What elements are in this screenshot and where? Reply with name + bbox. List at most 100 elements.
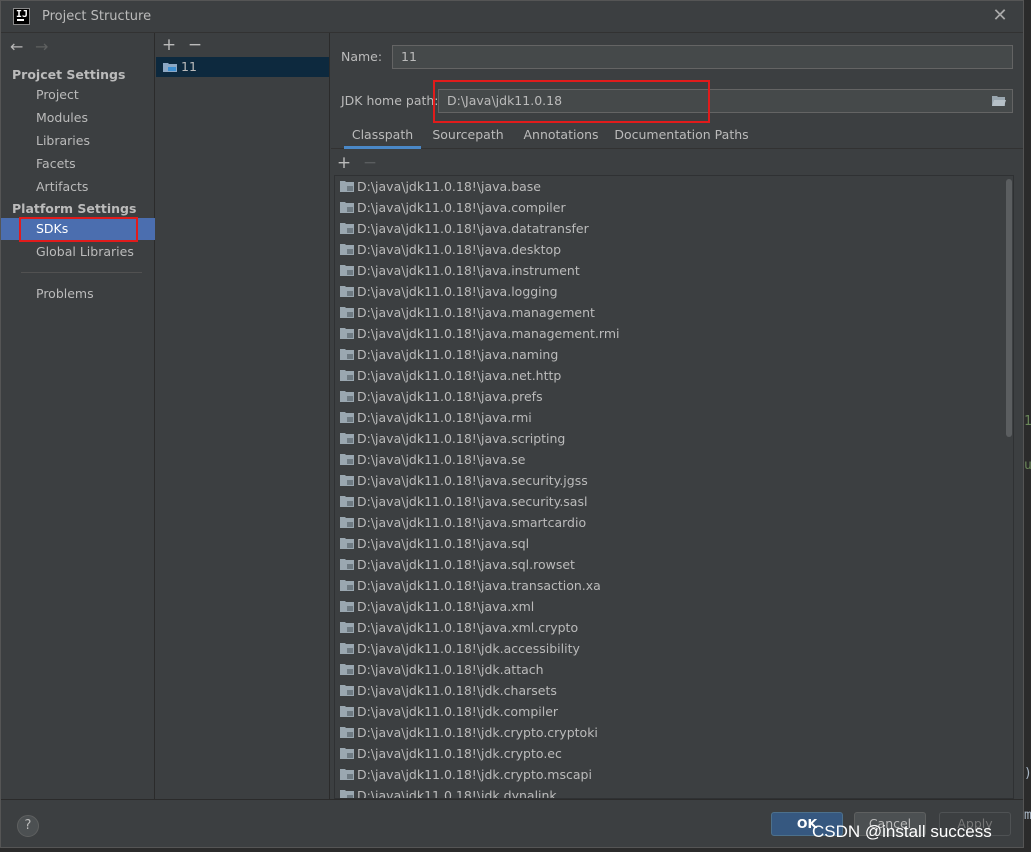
jdk-home-path-field[interactable]: D:\Java\jdk11.0.18 bbox=[438, 89, 1013, 113]
classpath-row[interactable]: D:\java\jdk11.0.18!\java.naming bbox=[335, 344, 1013, 365]
jdk-folder-icon bbox=[163, 63, 177, 72]
tab-classpath[interactable]: Classpath bbox=[344, 123, 421, 149]
classpath-row[interactable]: D:\java\jdk11.0.18!\java.smartcardio bbox=[335, 512, 1013, 533]
jar-folder-icon bbox=[340, 769, 354, 780]
jar-folder-icon bbox=[340, 622, 354, 633]
jar-folder-icon bbox=[340, 181, 354, 192]
classpath-row[interactable]: D:\java\jdk11.0.18!\java.desktop bbox=[335, 239, 1013, 260]
classpath-row[interactable]: D:\java\jdk11.0.18!\jdk.crypto.ec bbox=[335, 743, 1013, 764]
classpath-row-label: D:\java\jdk11.0.18!\java.security.jgss bbox=[357, 473, 588, 488]
apply-button[interactable]: Apply bbox=[939, 812, 1011, 836]
classpath-row[interactable]: D:\java\jdk11.0.18!\jdk.compiler bbox=[335, 701, 1013, 722]
nav-item-problems[interactable]: Problems bbox=[1, 283, 155, 305]
jar-folder-icon bbox=[340, 748, 354, 759]
classpath-row-label: D:\java\jdk11.0.18!\java.xml bbox=[357, 599, 535, 614]
classpath-row[interactable]: D:\java\jdk11.0.18!\java.transaction.xa bbox=[335, 575, 1013, 596]
tab-annotations[interactable]: Annotations bbox=[520, 123, 602, 149]
classpath-row[interactable]: D:\java\jdk11.0.18!\java.management.rmi bbox=[335, 323, 1013, 344]
classpath-row-label: D:\java\jdk11.0.18!\java.net.http bbox=[357, 368, 562, 383]
add-sdk-button[interactable]: + bbox=[161, 37, 177, 54]
classpath-row-label: D:\java\jdk11.0.18!\java.logging bbox=[357, 284, 558, 299]
nav-item-facets[interactable]: Facets bbox=[1, 153, 155, 175]
tab-sourcepath[interactable]: Sourcepath bbox=[428, 123, 508, 149]
close-button[interactable]: ✕ bbox=[991, 7, 1009, 25]
classpath-list[interactable]: D:\java\jdk11.0.18!\java.base D:\java\jdk… bbox=[334, 175, 1014, 799]
cancel-button[interactable]: Cancel bbox=[854, 812, 926, 836]
jar-folder-icon bbox=[340, 202, 354, 213]
remove-path-button[interactable]: − bbox=[362, 155, 378, 172]
classpath-row[interactable]: D:\java\jdk11.0.18!\java.base bbox=[335, 176, 1013, 197]
classpath-row-label: D:\java\jdk11.0.18!\jdk.crypto.mscapi bbox=[357, 767, 592, 782]
classpath-row-label: D:\java\jdk11.0.18!\java.desktop bbox=[357, 242, 562, 257]
classpath-row[interactable]: D:\java\jdk11.0.18!\java.xml.crypto bbox=[335, 617, 1013, 638]
jar-folder-icon bbox=[340, 727, 354, 738]
intellij-logo-icon: IJ bbox=[13, 8, 30, 25]
classpath-row[interactable]: D:\java\jdk11.0.18!\java.net.http bbox=[335, 365, 1013, 386]
nav-item-modules[interactable]: Modules bbox=[1, 107, 155, 129]
classpath-row[interactable]: D:\java\jdk11.0.18!\java.rmi bbox=[335, 407, 1013, 428]
classpath-row[interactable]: D:\java\jdk11.0.18!\java.xml bbox=[335, 596, 1013, 617]
classpath-row[interactable]: D:\java\jdk11.0.18!\java.prefs bbox=[335, 386, 1013, 407]
classpath-row-label: D:\java\jdk11.0.18!\java.se bbox=[357, 452, 526, 467]
classpath-row[interactable]: D:\java\jdk11.0.18!\java.datatransfer bbox=[335, 218, 1013, 239]
classpath-row-label: D:\java\jdk11.0.18!\java.security.sasl bbox=[357, 494, 588, 509]
classpath-row[interactable]: D:\java\jdk11.0.18!\jdk.dynalink bbox=[335, 785, 1013, 799]
add-path-button[interactable]: + bbox=[336, 155, 352, 172]
jar-folder-icon bbox=[340, 286, 354, 297]
scrollbar[interactable] bbox=[1006, 179, 1012, 437]
classpath-row[interactable]: D:\java\jdk11.0.18!\jdk.crypto.mscapi bbox=[335, 764, 1013, 785]
nav-item-project[interactable]: Project bbox=[1, 84, 155, 106]
classpath-row[interactable]: D:\java\jdk11.0.18!\java.se bbox=[335, 449, 1013, 470]
tab-documentation-paths[interactable]: Documentation Paths bbox=[614, 123, 749, 149]
classpath-row[interactable]: D:\java\jdk11.0.18!\java.security.sasl bbox=[335, 491, 1013, 512]
classpath-row-label: D:\java\jdk11.0.18!\java.naming bbox=[357, 347, 559, 362]
nav-item-global-libraries[interactable]: Global Libraries bbox=[1, 241, 155, 263]
jar-folder-icon bbox=[340, 706, 354, 717]
jar-folder-icon bbox=[340, 223, 354, 234]
back-arrow-icon[interactable]: ← bbox=[10, 37, 23, 56]
classpath-row[interactable]: D:\java\jdk11.0.18!\java.scripting bbox=[335, 428, 1013, 449]
classpath-row-label: D:\java\jdk11.0.18!\java.datatransfer bbox=[357, 221, 589, 236]
dialog-footer: ? OK Cancel Apply bbox=[1, 799, 1023, 847]
ok-button[interactable]: OK bbox=[771, 812, 843, 836]
sdk-tabs: Classpath Sourcepath Annotations Documen… bbox=[331, 123, 1023, 149]
jar-folder-icon bbox=[340, 328, 354, 339]
classpath-row[interactable]: D:\java\jdk11.0.18!\java.compiler bbox=[335, 197, 1013, 218]
forward-arrow-icon[interactable]: → bbox=[35, 37, 48, 56]
classpath-row[interactable]: D:\java\jdk11.0.18!\java.sql.rowset bbox=[335, 554, 1013, 575]
classpath-row-label: D:\java\jdk11.0.18!\java.management.rmi bbox=[357, 326, 620, 341]
remove-sdk-button[interactable]: − bbox=[187, 37, 203, 54]
title-bar: IJ Project Structure ✕ bbox=[1, 1, 1023, 33]
jar-folder-icon bbox=[340, 454, 354, 465]
editor-glyph: 1 bbox=[1024, 414, 1031, 429]
classpath-row[interactable]: D:\java\jdk11.0.18!\jdk.crypto.cryptoki bbox=[335, 722, 1013, 743]
classpath-row-label: D:\java\jdk11.0.18!\jdk.crypto.cryptoki bbox=[357, 725, 598, 740]
jar-folder-icon bbox=[340, 790, 354, 798]
jar-folder-icon bbox=[340, 643, 354, 654]
classpath-row[interactable]: D:\java\jdk11.0.18!\jdk.attach bbox=[335, 659, 1013, 680]
classpath-row[interactable]: D:\java\jdk11.0.18!\jdk.accessibility bbox=[335, 638, 1013, 659]
classpath-row-label: D:\java\jdk11.0.18!\java.transaction.xa bbox=[357, 578, 601, 593]
editor-glyph: ) bbox=[1024, 766, 1031, 781]
classpath-row-label: D:\java\jdk11.0.18!\jdk.dynalink bbox=[357, 788, 557, 799]
classpath-row[interactable]: D:\java\jdk11.0.18!\java.instrument bbox=[335, 260, 1013, 281]
sdk-list-item[interactable]: 11 bbox=[156, 57, 329, 77]
classpath-row-label: D:\java\jdk11.0.18!\java.sql bbox=[357, 536, 530, 551]
nav-item-artifacts[interactable]: Artifacts bbox=[1, 176, 155, 198]
browse-folder-icon[interactable] bbox=[992, 95, 1006, 106]
classpath-row[interactable]: D:\java\jdk11.0.18!\java.management bbox=[335, 302, 1013, 323]
help-button[interactable]: ? bbox=[17, 815, 39, 837]
nav-item-libraries[interactable]: Libraries bbox=[1, 130, 155, 152]
sdk-name-field[interactable]: 11 bbox=[392, 45, 1013, 69]
classpath-row[interactable]: D:\java\jdk11.0.18!\jdk.charsets bbox=[335, 680, 1013, 701]
jar-folder-icon bbox=[340, 685, 354, 696]
classpath-row-label: D:\java\jdk11.0.18!\java.management bbox=[357, 305, 595, 320]
jar-folder-icon bbox=[340, 664, 354, 675]
classpath-row[interactable]: D:\java\jdk11.0.18!\java.sql bbox=[335, 533, 1013, 554]
name-label: Name: bbox=[341, 49, 383, 64]
classpath-row[interactable]: D:\java\jdk11.0.18!\java.security.jgss bbox=[335, 470, 1013, 491]
classpath-row[interactable]: D:\java\jdk11.0.18!\java.logging bbox=[335, 281, 1013, 302]
sdk-list-panel: + − 11 bbox=[156, 33, 330, 799]
sdk-detail-panel: Name: 11 JDK home path: D:\Java\jdk11.0.… bbox=[331, 33, 1023, 799]
nav-item-sdks[interactable]: SDKs bbox=[1, 218, 155, 240]
